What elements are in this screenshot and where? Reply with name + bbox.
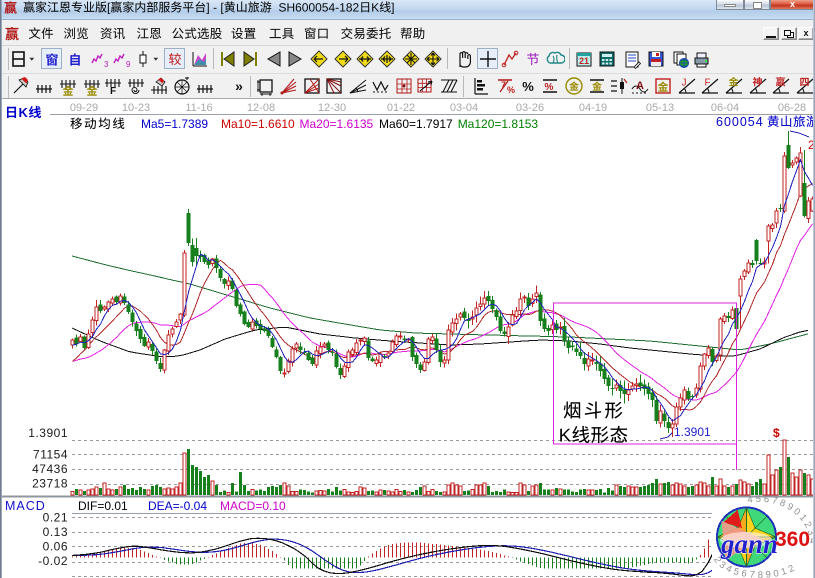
- svg-text:03-26: 03-26: [516, 102, 544, 114]
- svg-text:71154: 71154: [33, 448, 68, 462]
- svg-text:Ma20=1.6135: Ma20=1.6135: [300, 117, 374, 131]
- svg-text:47436: 47436: [32, 462, 68, 476]
- svg-text:12-08: 12-08: [247, 102, 275, 114]
- svg-text:$: $: [773, 426, 780, 440]
- svg-text:Ma60=1.7917: Ma60=1.7917: [379, 117, 453, 131]
- svg-text:06-04: 06-04: [711, 102, 739, 114]
- svg-text:Ma10=1.6610: Ma10=1.6610: [221, 117, 295, 131]
- svg-text:03-04: 03-04: [450, 102, 478, 114]
- svg-text:gann: gann: [720, 529, 778, 559]
- svg-text:01-22: 01-22: [387, 102, 415, 114]
- svg-text:06-28: 06-28: [778, 102, 806, 114]
- svg-text:360: 360: [775, 528, 810, 551]
- svg-text:DEA=-0.04: DEA=-0.04: [148, 499, 207, 513]
- svg-text:Ma5=1.7389: Ma5=1.7389: [141, 117, 208, 131]
- svg-text:09-29: 09-29: [70, 102, 98, 114]
- svg-text:MACD: MACD: [5, 499, 46, 513]
- svg-text:23718: 23718: [32, 477, 68, 491]
- svg-text:11-16: 11-16: [185, 102, 212, 114]
- svg-text:0.13: 0.13: [43, 525, 68, 539]
- svg-text:1.3901: 1.3901: [674, 425, 711, 439]
- svg-text:05-13: 05-13: [646, 102, 674, 114]
- svg-text:04-19: 04-19: [579, 102, 607, 114]
- svg-text:Ma120=1.8153: Ma120=1.8153: [458, 117, 539, 131]
- svg-text:0.21: 0.21: [43, 511, 68, 525]
- svg-text:MACD=0.10: MACD=0.10: [220, 499, 286, 513]
- svg-text:DIF=0.01: DIF=0.01: [78, 499, 128, 513]
- svg-text:12-30: 12-30: [318, 102, 346, 114]
- svg-text:-0.02: -0.02: [38, 554, 68, 568]
- svg-text:600054: 600054: [716, 115, 764, 129]
- svg-text:1.3901: 1.3901: [28, 426, 68, 440]
- svg-text:0.06: 0.06: [43, 540, 68, 554]
- svg-text:10-23: 10-23: [122, 102, 150, 114]
